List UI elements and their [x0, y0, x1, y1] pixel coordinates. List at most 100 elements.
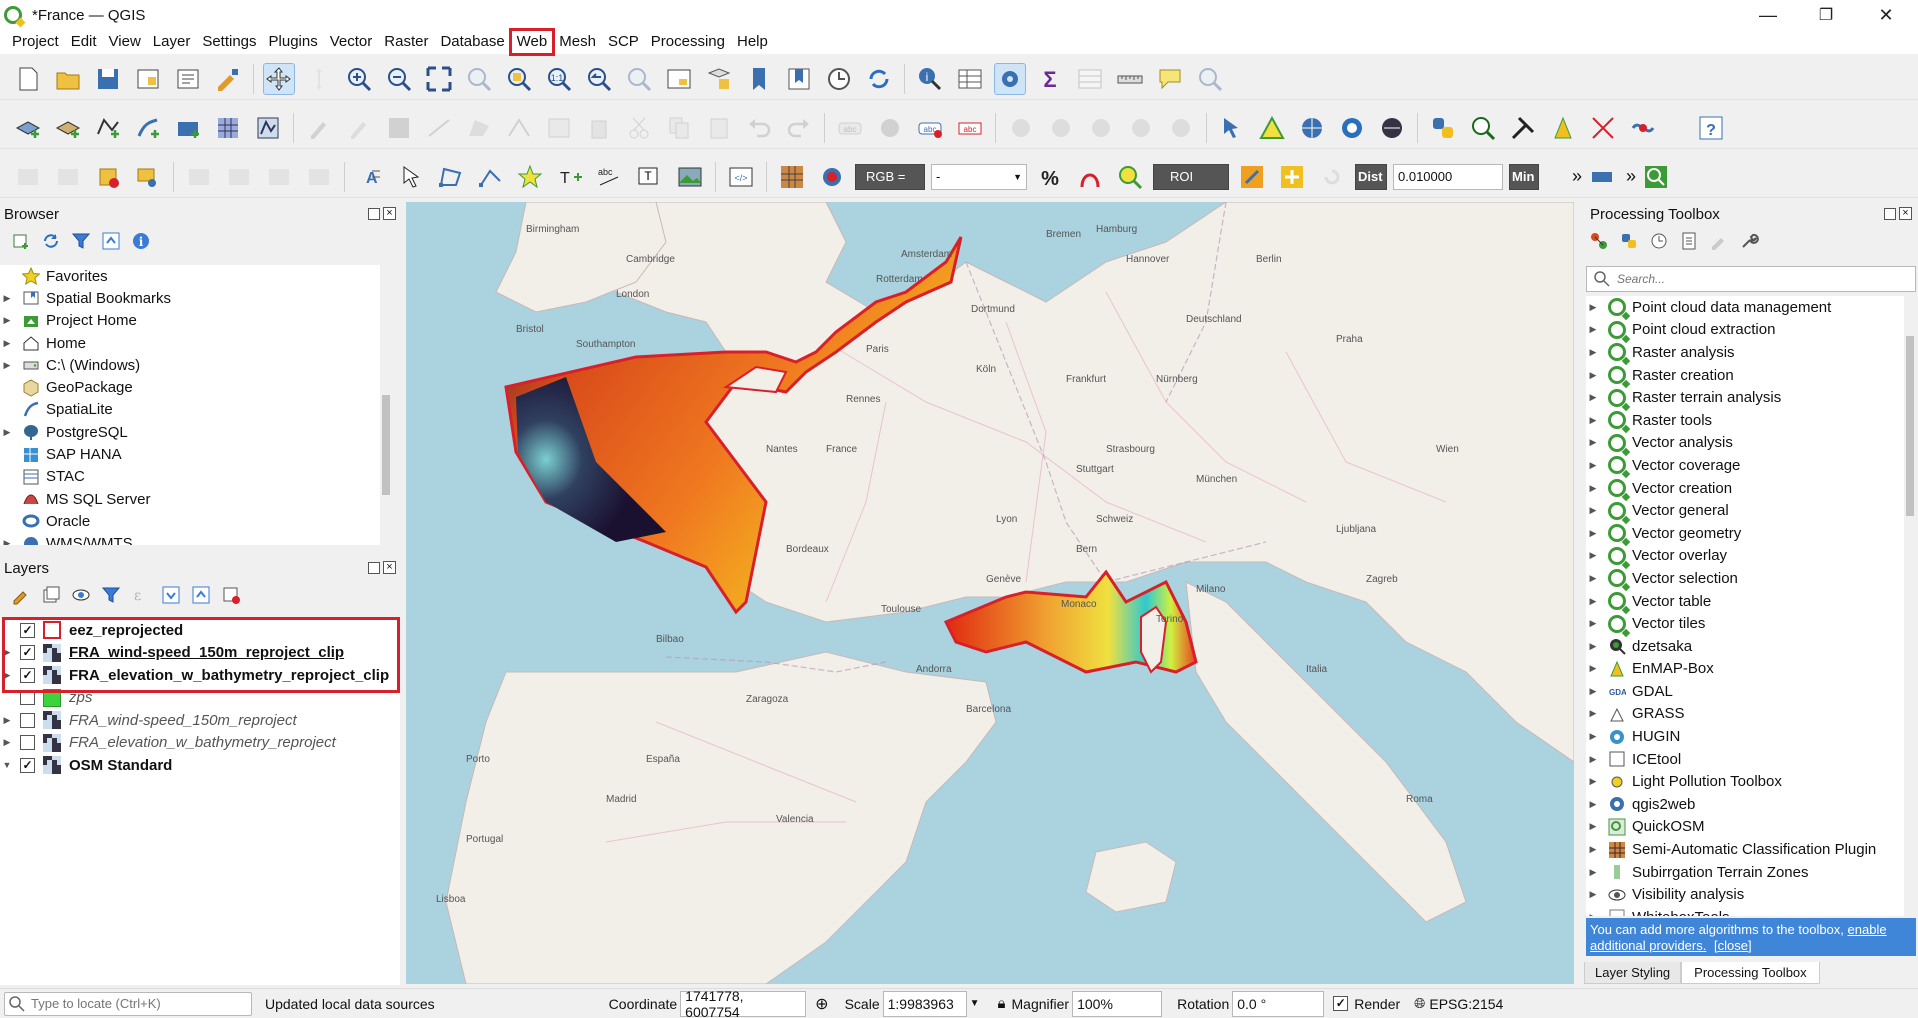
- add-point-icon[interactable]: [132, 161, 164, 193]
- layer-item[interactable]: zps: [0, 687, 400, 710]
- render-checkbox[interactable]: ✓: [1333, 996, 1349, 1011]
- browser-item[interactable]: ▶ Home: [0, 332, 388, 354]
- triangle-tool-icon[interactable]: [1256, 112, 1288, 144]
- save-project-icon[interactable]: [92, 63, 124, 95]
- browser-item[interactable]: ▶ WMS/WMTS: [0, 533, 388, 545]
- create-polygon-icon[interactable]: [434, 161, 466, 193]
- zoom-last-icon[interactable]: [583, 63, 615, 95]
- label-tool-icon[interactable]: abc: [834, 112, 866, 144]
- layer-visibility-checkbox[interactable]: [20, 735, 35, 751]
- expand-arrow-icon[interactable]: ▶: [1588, 754, 1598, 765]
- expand-arrow-icon[interactable]: ▶: [2, 670, 12, 681]
- cut-features-icon[interactable]: [623, 112, 655, 144]
- float-panel-icon[interactable]: [368, 208, 380, 220]
- pick-cursor-icon[interactable]: [394, 161, 426, 193]
- collapse-all-icon[interactable]: [190, 584, 212, 606]
- layer-visibility-checkbox[interactable]: ✓: [20, 667, 35, 683]
- browser-item[interactable]: ▶ C:\ (Windows): [0, 354, 388, 376]
- map-svg[interactable]: Birmingham Cambridge London Bristol Southamp…: [406, 202, 1574, 984]
- new-bookmark-icon[interactable]: [743, 63, 775, 95]
- digitizing-disabled-icon[interactable]: [12, 161, 44, 193]
- toolbox-provider-item[interactable]: ▶ GRASS: [1586, 703, 1904, 726]
- browser-item[interactable]: Favorites: [0, 265, 388, 287]
- layer-visibility-checkbox[interactable]: [20, 690, 35, 706]
- open-project-icon[interactable]: [52, 63, 84, 95]
- menu-database[interactable]: Database: [434, 30, 510, 54]
- label-pin-icon[interactable]: [874, 112, 906, 144]
- digitize-icon[interactable]: [423, 112, 455, 144]
- expand-arrow-icon[interactable]: ▶: [1588, 799, 1598, 810]
- scp-redo-icon[interactable]: [1316, 161, 1348, 193]
- zoom-to-layer-icon[interactable]: [503, 63, 535, 95]
- zoom-out-icon[interactable]: [383, 63, 415, 95]
- visibility-eye-icon[interactable]: [70, 584, 92, 606]
- more-tools-icon[interactable]: »: [1626, 166, 1636, 187]
- new-geopackage-layer-icon[interactable]: [52, 112, 84, 144]
- toolbox-provider-item[interactable]: ▶ ICEtool: [1586, 748, 1904, 771]
- text-along-line-icon[interactable]: abc: [594, 161, 626, 193]
- python-console-icon[interactable]: [1427, 112, 1459, 144]
- layer-visibility-checkbox[interactable]: ✓: [20, 757, 35, 773]
- coordinate-field[interactable]: 1741778, 6007754: [680, 988, 807, 1018]
- expand-arrow-icon[interactable]: ▶: [1588, 889, 1598, 900]
- new-map-view-icon[interactable]: [663, 63, 695, 95]
- browser-item[interactable]: GeoPackage: [0, 376, 388, 398]
- expand-arrow-icon[interactable]: ▶: [2, 715, 12, 726]
- toolbox-provider-item[interactable]: ▶ Vector analysis: [1586, 432, 1904, 455]
- redo-icon[interactable]: [783, 112, 815, 144]
- picture-annotation-icon[interactable]: [674, 161, 706, 193]
- scp-classify-icon[interactable]: [1640, 161, 1672, 193]
- enmap-box-icon[interactable]: [1547, 112, 1579, 144]
- vertex-tool-icon[interactable]: [503, 112, 535, 144]
- scp-signature-icon[interactable]: [1074, 161, 1106, 193]
- scp-add-roi-icon[interactable]: [1276, 161, 1308, 193]
- identify-features-icon[interactable]: i: [914, 63, 946, 95]
- browser-item[interactable]: ▶ Spatial Bookmarks: [0, 287, 388, 309]
- expand-arrow-icon[interactable]: ▶: [1588, 415, 1598, 426]
- menu-settings[interactable]: Settings: [196, 30, 262, 54]
- layer-labeling-icon[interactable]: abc: [914, 112, 946, 144]
- scale-field[interactable]: 1:9983963: [882, 990, 967, 1017]
- menu-project[interactable]: Project: [6, 30, 65, 54]
- toolbox-provider-item[interactable]: ▶ Vector table: [1586, 590, 1904, 613]
- expand-arrow-icon[interactable]: ▶: [1588, 505, 1598, 516]
- scp-percent-icon[interactable]: %: [1034, 161, 1066, 193]
- show-hide-labels-icon[interactable]: [1045, 112, 1077, 144]
- expand-arrow-icon[interactable]: ▶: [1588, 821, 1598, 832]
- delete-selected-icon[interactable]: [583, 112, 615, 144]
- expand-arrow-icon[interactable]: ▶: [1588, 596, 1598, 607]
- toolbox-provider-item[interactable]: ▶ HUGIN: [1586, 725, 1904, 748]
- temporal-controller-icon[interactable]: [823, 63, 855, 95]
- rotate-label-icon[interactable]: [1125, 112, 1157, 144]
- menu-edit[interactable]: Edit: [65, 30, 103, 54]
- current-edits-icon[interactable]: [303, 112, 335, 144]
- toolbox-scrollbar[interactable]: [1904, 296, 1916, 916]
- save-edits-icon[interactable]: [383, 112, 415, 144]
- more-tools-icon[interactable]: »: [1572, 166, 1582, 187]
- map-canvas[interactable]: Birmingham Cambridge London Bristol Southamp…: [406, 202, 1574, 984]
- layer-visibility-checkbox[interactable]: [20, 712, 35, 728]
- toolbox-provider-item[interactable]: ▶ QuickOSM: [1586, 816, 1904, 839]
- locator-input[interactable]: [31, 996, 241, 1011]
- show-bookmarks-icon[interactable]: [783, 63, 815, 95]
- expand-arrow-icon[interactable]: ▶: [1588, 686, 1598, 697]
- network-analysis-icon[interactable]: [1627, 112, 1659, 144]
- toolbox-gear-icon[interactable]: [994, 62, 1026, 95]
- crs-button[interactable]: EPSG:2154: [1429, 996, 1503, 1012]
- digitize-disabled-5-icon[interactable]: [303, 161, 335, 193]
- menu-raster[interactable]: Raster: [378, 30, 434, 54]
- options-wrench-icon[interactable]: [1738, 230, 1760, 252]
- scp-dock-icon[interactable]: [1586, 161, 1618, 193]
- new-spatialite-layer-icon[interactable]: [132, 112, 164, 144]
- data-source-manager-icon[interactable]: [12, 112, 44, 144]
- toolbox-provider-item[interactable]: ▶ Raster analysis: [1586, 341, 1904, 364]
- menu-scp[interactable]: SCP: [602, 30, 645, 54]
- toolbox-provider-item[interactable]: ▶ Subirrgation Terrain Zones: [1586, 861, 1904, 884]
- rgb-composite-select[interactable]: - ▼: [931, 163, 1027, 190]
- measure-line-icon[interactable]: [1114, 63, 1146, 95]
- toolbox-provider-item[interactable]: ▶ Vector selection: [1586, 567, 1904, 590]
- scp-roi-icon[interactable]: [776, 161, 808, 193]
- globe-icon[interactable]: 🌐︎: [1414, 995, 1425, 1012]
- new-virtual-layer-icon[interactable]: [172, 112, 204, 144]
- expand-arrow-icon[interactable]: ▶: [1588, 347, 1598, 358]
